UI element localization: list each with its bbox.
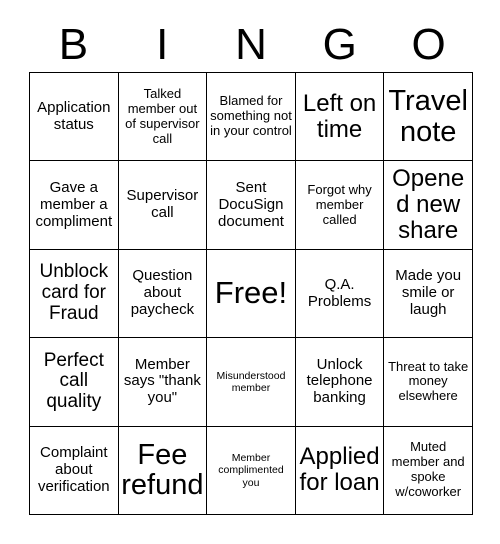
- bingo-cell-label: Travel note: [388, 84, 468, 148]
- bingo-cell-label: Supervisor call: [126, 187, 199, 222]
- bingo-cell-label: Q.A. Problems: [307, 275, 372, 310]
- bingo-row: Application status Talked member out of s…: [30, 73, 473, 162]
- bingo-cell-label: Unblock card for Fraud: [39, 261, 109, 324]
- bingo-cell-label: Unlock telephone banking: [306, 355, 373, 407]
- bingo-row: Unblock card for Fraud Question about pay…: [30, 249, 473, 339]
- bingo-cell[interactable]: Threat to take money elsewhere: [384, 338, 473, 427]
- bingo-cell[interactable]: Gave a member a compliment: [30, 161, 119, 250]
- bingo-cell[interactable]: Forgot why member called: [295, 161, 385, 250]
- bingo-cell[interactable]: Question about paycheck: [118, 249, 208, 339]
- bingo-cell-label: Member says "thank you": [123, 355, 201, 407]
- bingo-cell-label: Applied for loan: [299, 443, 380, 497]
- bingo-cell-label: Perfect call quality: [43, 349, 104, 413]
- bingo-cell-label: Free!: [214, 275, 288, 311]
- bingo-cell[interactable]: Applied for loan: [295, 426, 385, 516]
- bingo-cell-label: Talked member out of supervisor call: [125, 85, 200, 146]
- bingo-cell[interactable]: Travel note: [384, 73, 473, 162]
- bingo-grid: Application status Talked member out of s…: [29, 72, 473, 516]
- bingo-cell-label: Application status: [37, 98, 111, 133]
- bingo-cell-label: Muted member and spoke w/coworker: [391, 439, 465, 500]
- bingo-cell[interactable]: Supervisor call: [118, 161, 208, 250]
- bingo-cell-label: Misunderstood member: [216, 369, 286, 394]
- bingo-row: Perfect call quality Member says "thank y…: [30, 338, 473, 427]
- bingo-cell[interactable]: Unlock telephone banking: [295, 338, 385, 427]
- bingo-header-letter-n: N: [235, 20, 267, 69]
- bingo-cell[interactable]: Made you smile or laugh: [384, 249, 473, 339]
- bingo-header-letter-i: I: [156, 20, 169, 69]
- bingo-cell[interactable]: Left on time: [295, 73, 385, 162]
- bingo-free-space[interactable]: Free!: [207, 249, 296, 339]
- bingo-cell[interactable]: Perfect call quality: [30, 338, 119, 427]
- bingo-cell-label: Made you smile or laugh: [395, 267, 462, 318]
- bingo-cell[interactable]: Talked member out of supervisor call: [118, 73, 208, 162]
- bingo-cell[interactable]: Opened new share: [384, 161, 473, 250]
- bingo-cell-label: Opened new share: [392, 165, 465, 245]
- bingo-header-letter-o: O: [411, 20, 446, 69]
- bingo-cell[interactable]: Complaint about verification: [30, 426, 119, 516]
- bingo-cell-label: Threat to take money elsewhere: [388, 358, 469, 404]
- bingo-row: Complaint about verification Fee refund Me…: [30, 426, 473, 516]
- bingo-cell-label: Sent DocuSign document: [218, 178, 284, 230]
- bingo-cell[interactable]: Fee refund: [118, 426, 208, 516]
- bingo-row: Gave a member a compliment Supervisor cal…: [30, 161, 473, 250]
- bingo-cell[interactable]: Member says "thank you": [118, 338, 208, 427]
- bingo-cell[interactable]: Misunderstood member: [207, 338, 296, 427]
- bingo-cell[interactable]: Blamed for something not in your control: [207, 73, 296, 162]
- bingo-cell-label: Question about paycheck: [130, 267, 195, 318]
- bingo-cell[interactable]: Unblock card for Fraud: [30, 249, 119, 339]
- bingo-header-letter-g: G: [322, 20, 357, 69]
- bingo-cell-label: Gave a member a compliment: [35, 178, 113, 230]
- bingo-card: B I N G O Application status Talked membe…: [0, 0, 500, 544]
- bingo-cell-label: Blamed for something not in your control: [210, 93, 292, 139]
- bingo-header-row: B I N G O: [29, 18, 473, 72]
- bingo-cell[interactable]: Member complimented you: [207, 426, 296, 516]
- bingo-cell-label: Left on time: [302, 89, 377, 143]
- bingo-cell-label: Fee refund: [121, 438, 204, 502]
- bingo-cell[interactable]: Application status: [30, 73, 119, 162]
- bingo-cell[interactable]: Muted member and spoke w/coworker: [384, 426, 473, 516]
- bingo-cell-label: Forgot why member called: [307, 181, 372, 227]
- bingo-cell[interactable]: Sent DocuSign document: [207, 161, 296, 250]
- bingo-header-letter-b: B: [58, 20, 89, 69]
- bingo-cell-label: Member complimented you: [218, 451, 284, 489]
- bingo-cell-label: Complaint about verification: [37, 443, 110, 495]
- bingo-cell[interactable]: Q.A. Problems: [295, 249, 385, 339]
